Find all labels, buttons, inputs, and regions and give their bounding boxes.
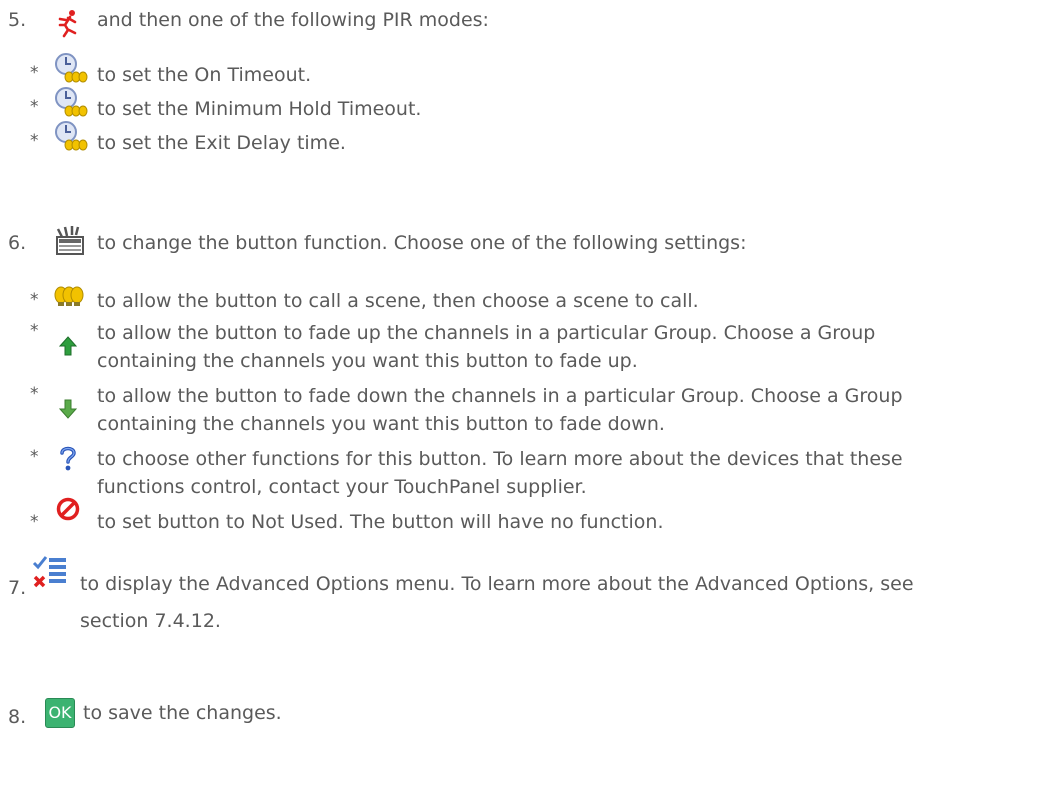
- step-number: 5.: [8, 9, 27, 31]
- ok-icon: OK: [45, 698, 75, 728]
- bullet: *: [30, 321, 39, 341]
- arrow-up-icon: [58, 335, 78, 362]
- clapperboard-icon: [54, 225, 86, 262]
- list-item-text: to allow the button to call a scene, the…: [97, 290, 699, 312]
- bullet: *: [30, 63, 39, 83]
- scene-bulbs-icon: [53, 284, 85, 313]
- step-text: and then one of the following PIR modes:: [97, 9, 489, 31]
- list-item-text: to choose other functions for this butto…: [97, 448, 903, 470]
- list-item-text-continued: containing the channels you want this bu…: [97, 350, 638, 372]
- step-number: 6.: [8, 232, 27, 254]
- advanced-options-icon: [32, 555, 68, 594]
- list-item-text: to allow the button to fade down the cha…: [97, 385, 903, 407]
- step-text: to save the changes.: [83, 702, 282, 724]
- list-item-text: to set the Minimum Hold Timeout.: [97, 98, 422, 120]
- list-item-text: to set button to Not Used. The button wi…: [97, 511, 664, 533]
- list-item-text: to allow the button to fade up the chann…: [97, 322, 876, 344]
- bullet: *: [30, 131, 39, 151]
- step-text: to display the Advanced Options menu. To…: [80, 573, 914, 595]
- list-item-text: to set the On Timeout.: [97, 64, 312, 86]
- not-used-icon: [55, 496, 81, 527]
- step-text-continued: section 7.4.12.: [80, 610, 221, 632]
- bullet: *: [30, 512, 39, 532]
- list-item-text: to set the Exit Delay time.: [97, 132, 346, 154]
- list-item-text-continued: containing the channels you want this bu…: [97, 413, 665, 435]
- step-number: 7.: [8, 577, 27, 599]
- list-item-text-continued: functions control, contact your TouchPan…: [97, 476, 587, 498]
- bullet: *: [30, 384, 39, 404]
- arrow-down-icon: [58, 398, 78, 425]
- question-icon: [56, 444, 80, 477]
- running-person-icon: [52, 8, 82, 43]
- bullet: *: [30, 290, 39, 310]
- step-number: 8.: [8, 706, 27, 728]
- bullet: *: [30, 97, 39, 117]
- ok-icon-label: OK: [48, 703, 72, 722]
- step-text: to change the button function. Choose on…: [97, 232, 747, 254]
- timer-scene-icon: [52, 120, 88, 159]
- bullet: *: [30, 447, 39, 467]
